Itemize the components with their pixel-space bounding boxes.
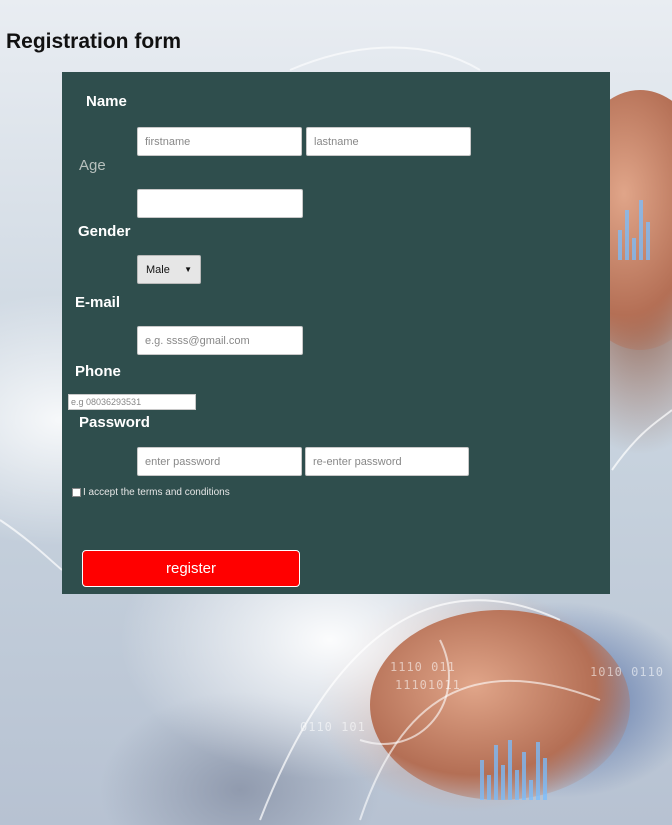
password-field[interactable] — [137, 447, 302, 476]
register-button[interactable]: register — [82, 550, 300, 587]
terms-row: I accept the terms and conditions — [72, 487, 230, 498]
chevron-down-icon: ▼ — [184, 265, 192, 274]
phone-label: Phone — [75, 363, 121, 380]
password-label: Password — [79, 414, 150, 431]
lastname-field[interactable] — [306, 127, 471, 156]
page-title: Registration form — [6, 30, 182, 53]
phone-field[interactable] — [68, 394, 196, 410]
name-label: Name — [86, 93, 127, 110]
gender-selected-value: Male — [146, 263, 170, 276]
firstname-field[interactable] — [137, 127, 302, 156]
email-field[interactable] — [137, 326, 303, 355]
terms-label: I accept the terms and conditions — [83, 487, 230, 498]
age-field[interactable] — [137, 189, 303, 218]
gender-select[interactable]: Male ▼ — [137, 255, 201, 284]
gender-label: Gender — [78, 223, 131, 240]
email-label: E-mail — [75, 294, 121, 311]
age-label: Age — [79, 157, 106, 174]
terms-checkbox[interactable] — [72, 488, 81, 497]
password-confirm-field[interactable] — [305, 447, 469, 476]
registration-panel: Name Age Gender Male ▼ E-mail Phone Pass… — [62, 72, 610, 594]
